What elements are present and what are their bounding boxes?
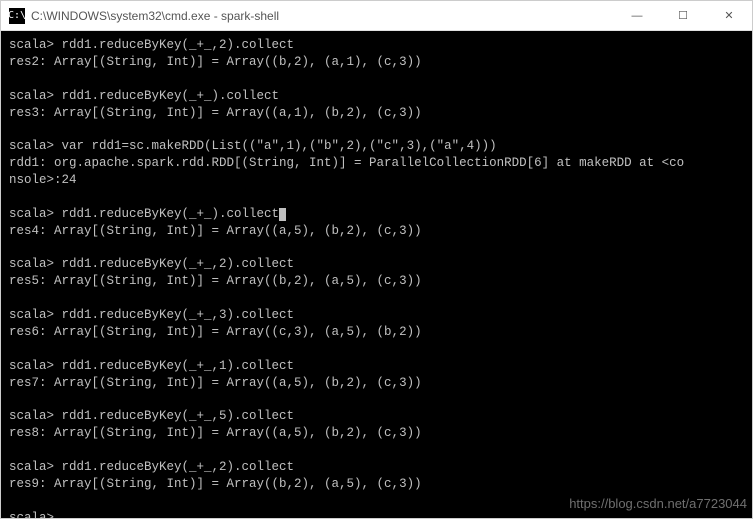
terminal-command-line: scala> rdd1.reduceByKey(_+_).collect [9,206,744,223]
cmd-icon: C:\ [9,8,25,24]
terminal-output-line: res9: Array[(String, Int)] = Array((b,2)… [9,476,744,493]
minimize-button[interactable]: — [614,1,660,31]
terminal-prompt: scala> [9,510,744,519]
terminal-command-line: scala> rdd1.reduceByKey(_+_).collect [9,88,744,105]
terminal-output[interactable]: scala> rdd1.reduceByKey(_+_,2).collectre… [1,31,752,518]
terminal-output-line: res3: Array[(String, Int)] = Array((a,1)… [9,105,744,122]
terminal-output-line: res5: Array[(String, Int)] = Array((b,2)… [9,273,744,290]
terminal-command-line: scala> rdd1.reduceByKey(_+_,2).collect [9,459,744,476]
terminal-output-line: res7: Array[(String, Int)] = Array((a,5)… [9,375,744,392]
close-button[interactable]: ✕ [706,1,752,31]
terminal-command-line: scala> var rdd1=sc.makeRDD(List(("a",1),… [9,138,744,155]
terminal-output-line: res4: Array[(String, Int)] = Array((a,5)… [9,223,744,240]
terminal-output-line: rdd1: org.apache.spark.rdd.RDD[(String, … [9,155,744,172]
terminal-command-line: scala> rdd1.reduceByKey(_+_,3).collect [9,307,744,324]
maximize-button[interactable]: ☐ [660,1,706,31]
terminal-command-line: scala> rdd1.reduceByKey(_+_,1).collect [9,358,744,375]
terminal-command-line: scala> rdd1.reduceByKey(_+_,2).collect [9,256,744,273]
window-title: C:\WINDOWS\system32\cmd.exe - spark-shel… [31,9,614,23]
terminal-output-line: res2: Array[(String, Int)] = Array((b,2)… [9,54,744,71]
terminal-command-line: scala> rdd1.reduceByKey(_+_,2).collect [9,37,744,54]
terminal-output-line: res8: Array[(String, Int)] = Array((a,5)… [9,425,744,442]
cmd-window: C:\ C:\WINDOWS\system32\cmd.exe - spark-… [0,0,753,519]
terminal-output-line: nsole>:24 [9,172,744,189]
window-controls: — ☐ ✕ [614,1,752,31]
terminal-command-line: scala> rdd1.reduceByKey(_+_,5).collect [9,408,744,425]
terminal-output-line: res6: Array[(String, Int)] = Array((c,3)… [9,324,744,341]
terminal-cursor [279,208,286,221]
titlebar: C:\ C:\WINDOWS\system32\cmd.exe - spark-… [1,1,752,31]
